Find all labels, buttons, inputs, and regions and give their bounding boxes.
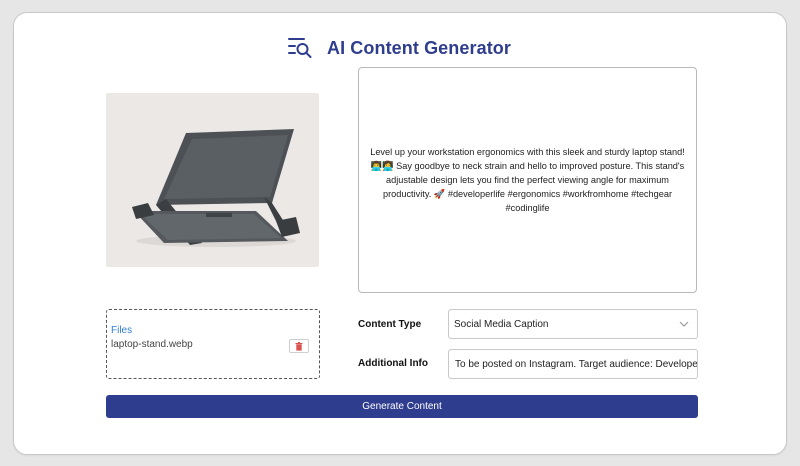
content-type-label: Content Type (358, 319, 422, 330)
uploaded-file-name: laptop-stand.webp (111, 339, 193, 350)
search-lines-icon (287, 38, 312, 58)
content-type-select[interactable]: Social Media Caption (448, 309, 698, 339)
generated-content-text: Level up your workstation ergonomics wit… (370, 147, 685, 213)
laptop-stand-illustration (132, 129, 300, 247)
delete-file-button[interactable] (289, 339, 309, 353)
generated-content-box[interactable]: Level up your workstation ergonomics wit… (358, 67, 697, 293)
additional-info-input[interactable] (448, 349, 698, 379)
chevron-down-icon (679, 321, 689, 327)
generate-content-button[interactable]: Generate Content (106, 395, 698, 418)
trash-icon (295, 341, 303, 351)
content-type-value: Social Media Caption (454, 318, 549, 330)
files-label[interactable]: Files (111, 325, 132, 336)
file-upload-dropzone[interactable]: Files laptop-stand.webp (106, 309, 320, 379)
header: AI Content Generator (14, 35, 786, 61)
additional-info-label: Additional Info (358, 358, 428, 369)
main-card: AI Content Generator Level up your works… (13, 12, 787, 455)
page-title: AI Content Generator (326, 37, 511, 58)
product-image (106, 93, 319, 267)
